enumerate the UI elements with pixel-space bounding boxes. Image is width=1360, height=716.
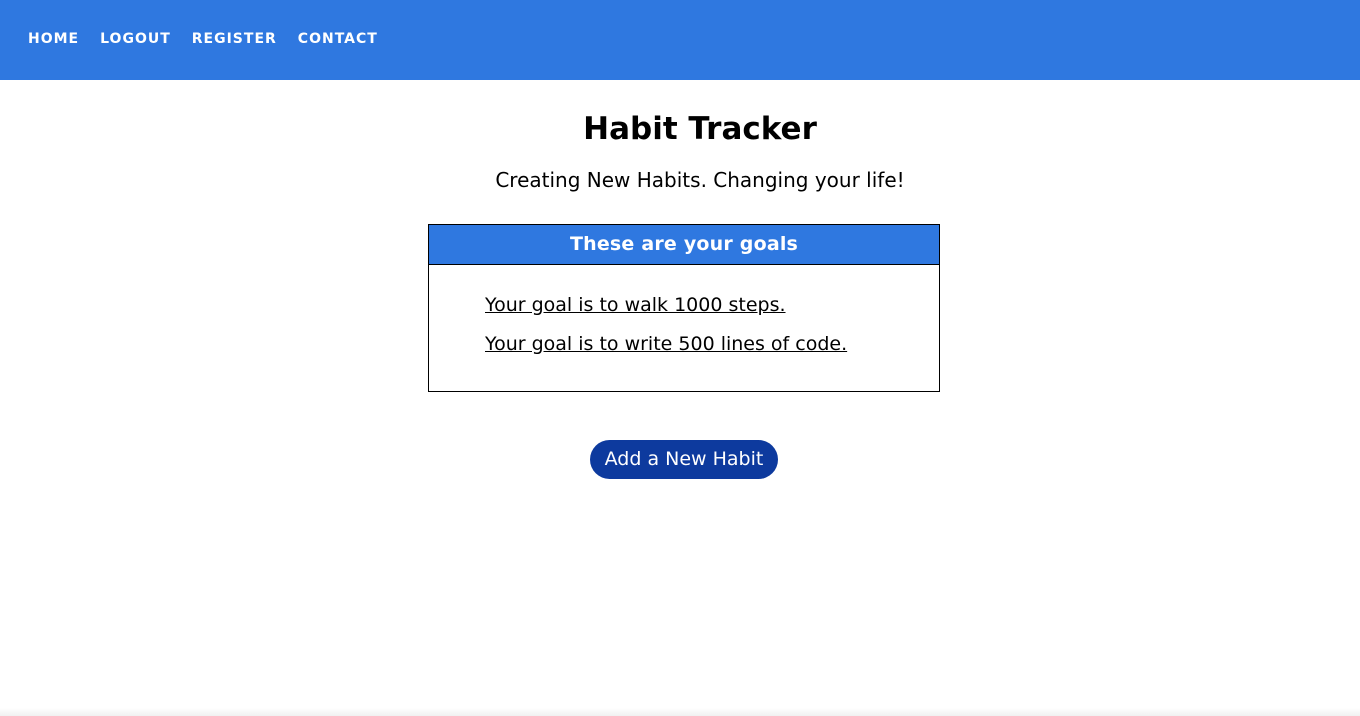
add-new-habit-button[interactable]: Add a New Habit: [590, 440, 778, 479]
goals-header: These are your goals: [429, 225, 939, 265]
page-title: Habit Tracker: [583, 111, 817, 147]
nav-contact-link[interactable]: CONTACT: [298, 31, 378, 47]
nav-home-link[interactable]: HOME: [28, 31, 79, 47]
goal-link-walk[interactable]: Your goal is to walk 1000 steps.: [485, 294, 786, 316]
goal-link-code[interactable]: Your goal is to write 500 lines of code.: [485, 333, 847, 355]
goals-list: Your goal is to walk 1000 steps. Your go…: [429, 265, 939, 357]
goals-card: These are your goals Your goal is to wal…: [428, 224, 940, 392]
goal-item: Your goal is to walk 1000 steps.: [485, 293, 939, 318]
nav-logout-link[interactable]: LOGOUT: [100, 31, 171, 47]
page-tagline: Creating New Habits. Changing your life!: [495, 168, 905, 192]
top-navbar: HOME LOGOUT REGISTER CONTACT: [0, 0, 1360, 80]
nav-links: HOME LOGOUT REGISTER CONTACT: [28, 31, 399, 47]
bottom-shadow: [0, 708, 1360, 716]
goal-item: Your goal is to write 500 lines of code.: [485, 332, 939, 357]
nav-register-link[interactable]: REGISTER: [192, 31, 277, 47]
